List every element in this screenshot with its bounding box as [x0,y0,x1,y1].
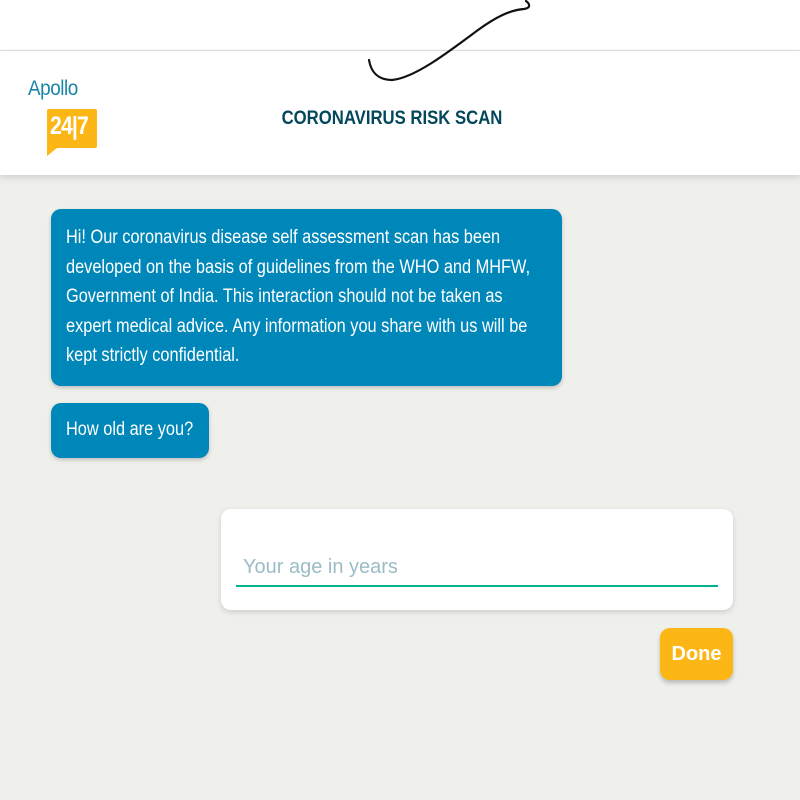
bot-message-intro-text: Hi! Our coronavirus disease self assessm… [66,227,531,366]
logo-number: 24|7 [50,112,89,140]
done-button[interactable]: Done [660,628,733,680]
app-header: Apollo 24|7 CORONAVIRUS RISK SCAN [0,50,800,175]
page-title: CORONAVIRUS RISK SCAN [281,108,503,129]
apollo-247-logo[interactable]: Apollo 24|7 [28,77,104,157]
bot-message-age-question: How old are you? [51,403,209,458]
logo-wordmark: Apollo [28,77,78,100]
age-input-card [221,509,733,610]
browser-top-strip [0,0,800,50]
age-input[interactable] [236,549,718,587]
logo-badge: 24|7 [47,109,97,156]
bot-message-intro: Hi! Our coronavirus disease self assessm… [51,209,562,386]
bot-message-age-question-text: How old are you? [66,419,194,440]
